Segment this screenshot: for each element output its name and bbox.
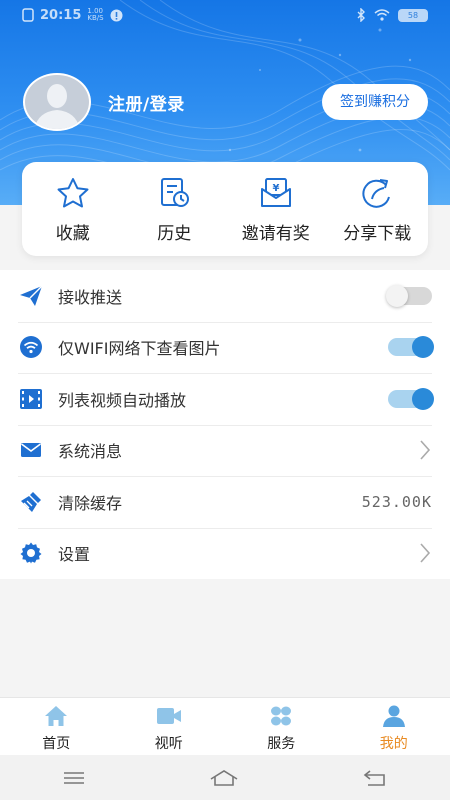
nav-label: 我的: [379, 736, 408, 752]
nav-label: 视听: [154, 736, 183, 752]
notification-icon: [110, 9, 123, 21]
bluetooth-icon: [357, 8, 365, 22]
nav-label: 首页: [42, 736, 71, 752]
back-icon[interactable]: [362, 769, 388, 787]
quick-action-invite[interactable]: ¥ 邀请有奖: [226, 175, 326, 244]
wifi-icon: [20, 336, 42, 359]
system-navigation-bar: [0, 755, 450, 800]
broom-icon: [21, 491, 41, 512]
setting-receive-push: 接收推送: [0, 270, 450, 322]
video-camera-icon: [156, 708, 181, 724]
setting-clear-cache[interactable]: 清除缓存 523.00K: [0, 476, 450, 528]
sim-card-icon: [22, 8, 34, 22]
svg-text:¥: ¥: [272, 183, 279, 194]
quick-action-history[interactable]: 历史: [124, 175, 224, 244]
nav-tab-mine[interactable]: 我的: [338, 698, 450, 755]
quick-action-label: 历史: [157, 223, 192, 244]
setting-label: 设置: [58, 545, 91, 565]
setting-wifi-only-images: 仅WIFI网络下查看图片: [0, 321, 450, 374]
setting-label: 接收推送: [58, 287, 123, 307]
wifi-only-images-toggle[interactable]: [388, 336, 434, 359]
quick-action-favorites[interactable]: 收藏: [23, 175, 123, 244]
menu-icon[interactable]: [62, 770, 86, 786]
paper-plane-icon: [20, 285, 43, 306]
chevron-right-icon: [420, 440, 431, 460]
wifi-status-icon: [374, 9, 390, 21]
quick-action-share[interactable]: 分享下载: [327, 175, 427, 244]
quick-action-label: 分享下载: [343, 223, 412, 244]
status-bar: 20:15 1.00 KB/S 58: [0, 0, 450, 30]
home-button-icon[interactable]: [209, 769, 239, 787]
nav-tab-home[interactable]: 首页: [0, 698, 113, 755]
setting-settings[interactable]: 设置: [0, 527, 450, 580]
setting-label: 系统消息: [58, 442, 123, 462]
quick-action-label: 邀请有奖: [241, 223, 310, 244]
star-icon: [57, 177, 89, 207]
battery-indicator: 58: [398, 8, 428, 22]
film-icon: [20, 388, 42, 409]
quick-action-label: 收藏: [55, 223, 90, 244]
setting-label: 仅WIFI网络下查看图片: [58, 339, 221, 359]
nav-tab-video[interactable]: 视听: [113, 698, 226, 755]
gear-icon: [20, 542, 42, 564]
share-icon: [362, 178, 391, 208]
receive-push-toggle[interactable]: [386, 284, 432, 307]
chevron-right-icon: [420, 543, 431, 563]
autoplay-video-toggle[interactable]: [388, 387, 434, 410]
toggle-knob: [386, 284, 408, 307]
grid-icon: [271, 706, 292, 726]
nav-label: 服务: [267, 736, 296, 752]
gift-envelope-icon: ¥: [260, 177, 291, 207]
envelope-icon: [21, 443, 41, 458]
history-icon: [161, 177, 190, 207]
toggle-knob: [412, 336, 434, 359]
bottom-navigation: 首页 视听 服务 我的: [0, 697, 450, 755]
user-icon: [382, 705, 405, 727]
home-icon: [45, 706, 68, 726]
status-time: 20:15: [40, 7, 82, 23]
setting-label: 列表视频自动播放: [58, 390, 187, 410]
avatar[interactable]: [22, 72, 92, 132]
settings-list: 接收推送 仅WIFI网络下查看图片 列表视频自动播放 系统消息 清除缓存 523…: [0, 270, 450, 579]
login-register-link[interactable]: 注册/登录: [108, 90, 185, 115]
setting-autoplay-video: 列表视频自动播放: [0, 373, 450, 425]
quick-actions-card: 收藏 历史 ¥ 邀请有奖 分享下载: [22, 162, 428, 256]
nav-tab-services[interactable]: 服务: [225, 698, 338, 755]
setting-system-messages[interactable]: 系统消息: [0, 424, 450, 477]
cache-size-value: 523.00K: [361, 492, 432, 511]
checkin-earn-points-button[interactable]: 签到赚积分: [322, 84, 428, 120]
network-speed: 1.00 KB/S: [87, 7, 104, 22]
default-avatar-icon: [23, 73, 91, 131]
setting-label: 清除缓存: [58, 493, 123, 513]
toggle-knob: [412, 387, 434, 410]
